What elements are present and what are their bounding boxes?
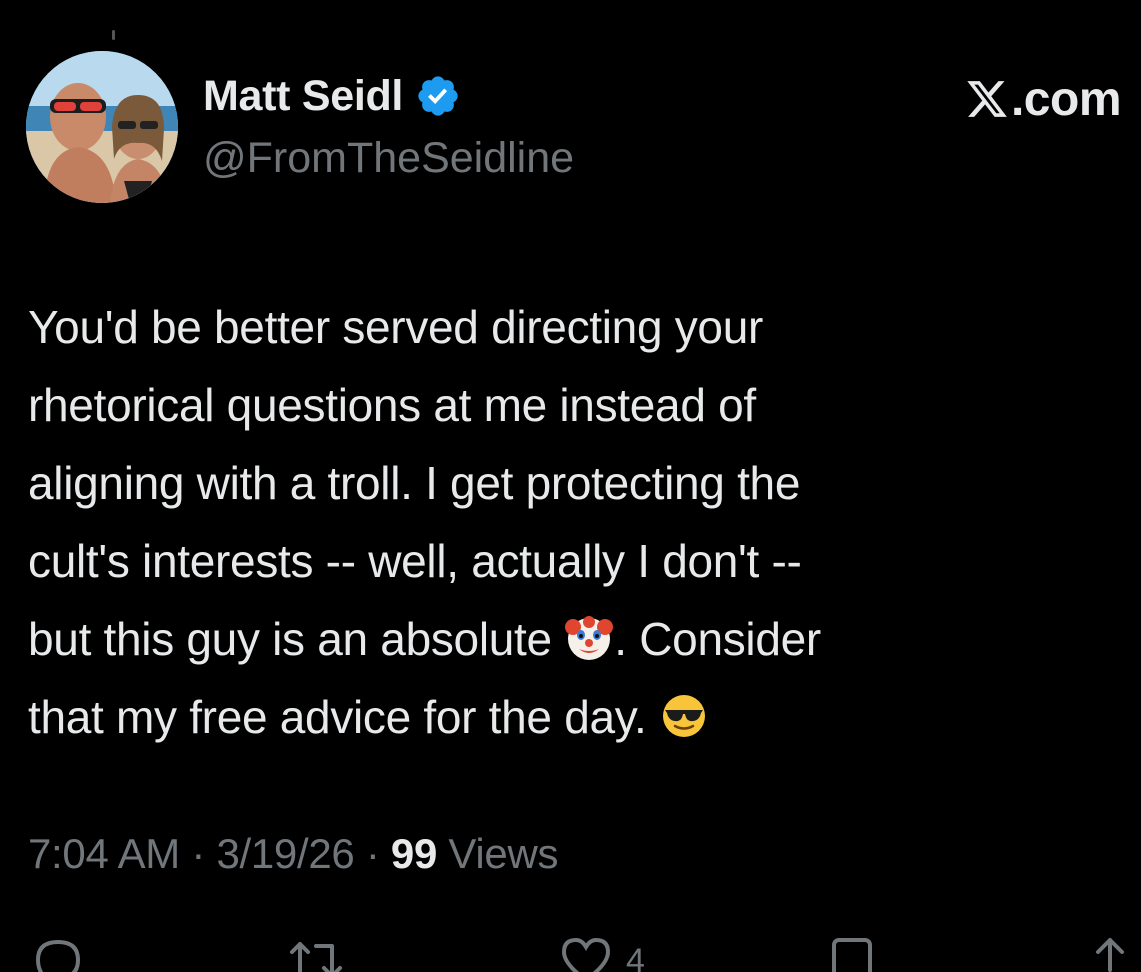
- clown-face-icon: [565, 616, 614, 660]
- tweet-line: that my free advice for the day.: [28, 678, 1118, 756]
- tweet-line-text: that my free advice for the day.: [28, 691, 660, 743]
- reply-icon: [35, 939, 81, 972]
- scroll-indicator: [112, 30, 115, 40]
- user-handle[interactable]: @FromTheSeidline: [203, 134, 574, 183]
- x-logo-icon: [967, 81, 1007, 117]
- tweet-line: but this guy is an absolute . Consider: [28, 600, 1118, 678]
- display-name[interactable]: Matt Seidl: [203, 72, 403, 121]
- reply-button[interactable]: [28, 930, 88, 972]
- meta-separator: ·: [180, 830, 217, 877]
- tweet-line-text: but this guy is an absolute: [28, 613, 565, 665]
- tweet-line: You'd be better served directing your: [28, 301, 764, 353]
- x-domain-text: .com: [1010, 72, 1122, 126]
- bookmark-button[interactable]: [822, 930, 882, 972]
- name-row: Matt Seidl: [203, 70, 461, 122]
- bookmark-icon: [832, 938, 872, 972]
- tweet-line: aligning with a troll. I get protecting …: [28, 457, 801, 509]
- tweet-line-text: . Consider: [614, 613, 821, 665]
- avatar[interactable]: [26, 51, 178, 203]
- like-count: 4: [626, 942, 645, 972]
- smiling-face-with-sunglasses-icon: [663, 695, 706, 737]
- tweet-meta: 7:04 AM · 3/19/26 · 99 Views: [28, 830, 558, 878]
- repost-icon: [290, 942, 342, 972]
- x-logo: .com: [965, 72, 1122, 126]
- meta-separator: ·: [354, 830, 391, 877]
- share-icon: [1096, 938, 1124, 972]
- tweet-line: rhetorical questions at me instead of: [28, 379, 756, 431]
- heart-icon: [561, 937, 611, 972]
- action-bar: 4: [0, 930, 1141, 972]
- avatar-photo: [26, 51, 178, 203]
- like-button[interactable]: 4: [556, 930, 645, 972]
- tweet-text: You'd be better served directing your rh…: [28, 288, 1118, 756]
- verified-badge-icon: [418, 76, 458, 116]
- tweet-date[interactable]: 3/19/26: [216, 830, 354, 877]
- repost-button[interactable]: [286, 930, 346, 972]
- views-label: Views: [437, 830, 559, 877]
- share-button[interactable]: [1080, 930, 1140, 972]
- tweet-screenshot: Matt Seidl @FromTheSeidline .com You'd b…: [0, 0, 1141, 972]
- tweet-line: cult's interests -- well, actually I don…: [28, 535, 802, 587]
- tweet-time[interactable]: 7:04 AM: [28, 830, 180, 877]
- views-count[interactable]: 99: [391, 830, 437, 877]
